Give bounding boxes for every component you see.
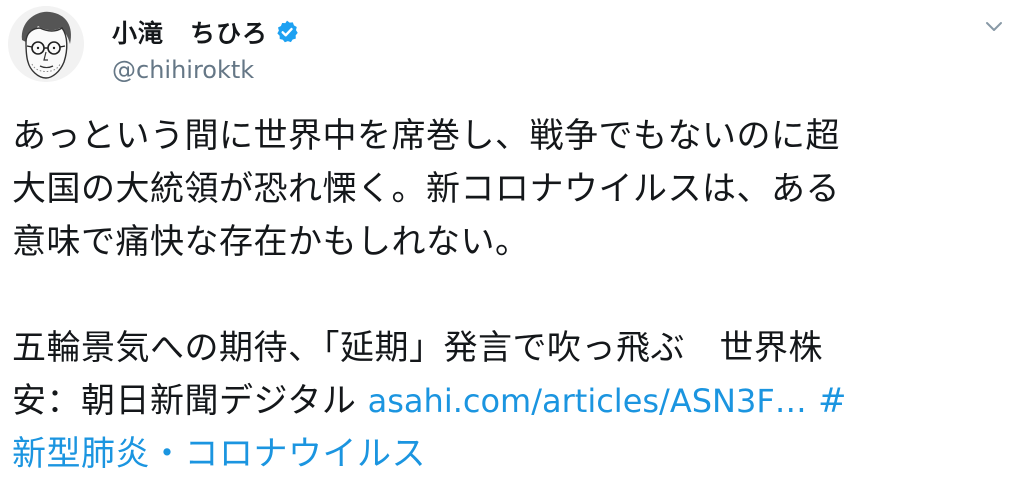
author-display-name[interactable]: 小滝 ちひろ: [112, 14, 268, 50]
tweet-card: 小滝 ちひろ @chihiroktk あっという間に世界中を席巻し、戦争でもない…: [0, 0, 1024, 490]
tweet-text-line: あっという間に世界中を席巻し、戦争でもないのに超: [12, 116, 840, 156]
chevron-down-icon[interactable]: [982, 14, 1006, 38]
tweet-text-line: 大国の大統領が恐れ慄く。新コロナウイルスは、ある: [12, 169, 840, 209]
hashtag-line: 新型肺炎・コロナウイルス: [12, 428, 1012, 481]
author-name-row: 小滝 ちひろ: [112, 16, 300, 48]
author-handle[interactable]: @chihiroktk: [112, 56, 254, 84]
article-link[interactable]: asahi.com/articles/ASN3F…: [368, 382, 807, 420]
verified-badge-icon: [274, 19, 300, 45]
hashtag-link[interactable]: 新型肺炎・コロナウイルス: [12, 434, 426, 474]
article-headline-line: 安：朝日新聞デジタル asahi.com/articles/ASN3F… #: [12, 375, 1012, 428]
hashtag-mark[interactable]: #: [807, 381, 847, 421]
avatar-illustration: [8, 6, 84, 82]
article-headline-source: 安：朝日新聞デジタル: [12, 381, 368, 421]
tweet-text-line: 意味で痛快な存在かもしれない。: [12, 222, 530, 262]
article-headline-line: 五輪景気への期待、「延期」発言で吹っ飛ぶ 世界株: [12, 328, 823, 368]
tweet-text: あっという間に世界中を席巻し、戦争でもないのに超 大国の大統領が恐れ慄く。新コロ…: [12, 110, 1012, 481]
avatar[interactable]: [8, 6, 84, 82]
